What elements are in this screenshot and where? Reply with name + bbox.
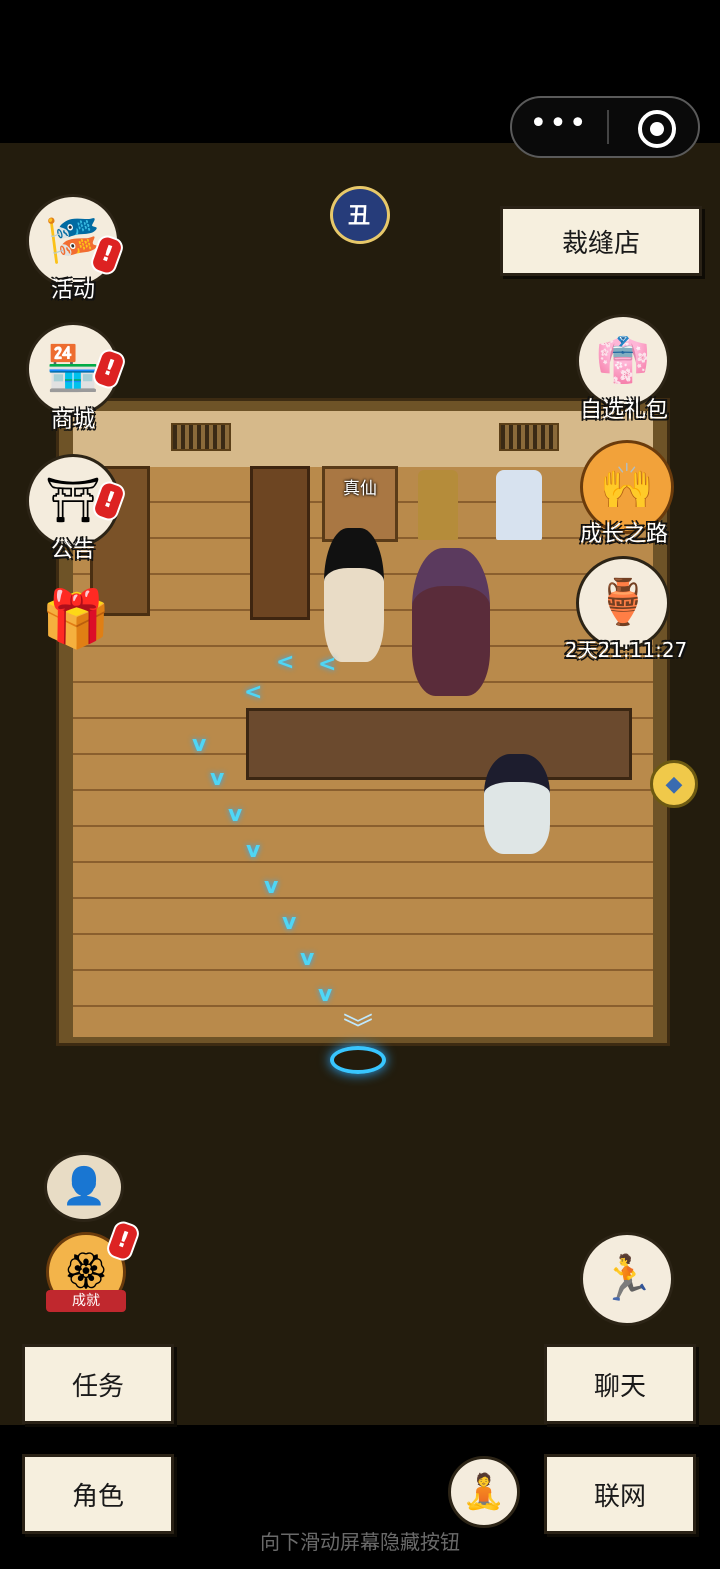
armor-mannequin[interactable] [418, 470, 458, 540]
bronze-censer-icon: 🏺 [595, 577, 651, 628]
path-arrow: v [228, 802, 243, 827]
diamond-pin-icon[interactable]: ◆ [650, 760, 698, 808]
path-arrow: v [210, 766, 225, 791]
notice-board-icon: ⛩ [45, 475, 101, 526]
running-man-icon: 🏃 [599, 1253, 655, 1304]
achievement-label: 成就 [46, 1290, 126, 1312]
path-arrow: v [264, 874, 279, 899]
master-button[interactable]: 👤 [44, 1152, 124, 1222]
dress-gift-icon: 👘 [595, 335, 651, 386]
wall-vent [171, 423, 231, 451]
drawer-label: 真仙 [343, 479, 377, 499]
growth-label: 成长之路 [579, 522, 668, 547]
path-arrow: < [244, 680, 263, 705]
player-character[interactable] [484, 754, 550, 854]
path-arrow: v [300, 946, 315, 971]
mini-program-capsule: ••• [510, 96, 700, 158]
tasks-button[interactable]: 任务 [22, 1344, 174, 1424]
path-arrow: v [318, 982, 333, 1007]
shop-label: 商城 [50, 408, 95, 433]
robe-mannequin[interactable] [496, 470, 542, 540]
path-arrow: < [318, 652, 337, 677]
time-badge-label: 丑 [347, 204, 370, 229]
npc-lady[interactable] [324, 528, 384, 662]
store-icon: 🏪 [45, 343, 101, 394]
exit-portal[interactable] [330, 1046, 386, 1074]
growth-emblem-icon: 🙌 [599, 461, 655, 512]
activity-label: 活动 [50, 278, 95, 303]
pick-gift-label: 自选礼包 [579, 398, 668, 423]
npc-tailor-elder[interactable] [412, 548, 490, 696]
run-toggle-button[interactable]: 🏃 [580, 1232, 674, 1326]
chat-button[interactable]: 聊天 [544, 1344, 696, 1424]
exit-chevron-icon: ︾ [343, 1012, 373, 1047]
gift-box-icon[interactable]: 🎁 [36, 586, 116, 662]
hide-buttons-hint: 向下滑动屏幕隐藏按钮 [260, 1530, 460, 1554]
location-sign: 裁缝店 [500, 206, 702, 276]
capsule-divider [607, 110, 609, 144]
network-button[interactable]: 联网 [544, 1454, 696, 1534]
path-arrow: v [246, 838, 261, 863]
more-menu-button[interactable]: ••• [512, 98, 606, 156]
meditation-icon: 🧘 [462, 1472, 506, 1512]
meditate-button[interactable]: 🧘 [448, 1456, 520, 1528]
target-icon[interactable] [638, 110, 676, 148]
hat-silhouette-icon: 👤 [61, 1166, 107, 1207]
path-arrow: v [282, 910, 297, 935]
wall-vent [499, 423, 559, 451]
path-arrow: v [192, 732, 207, 757]
fabric-table [250, 466, 310, 620]
flower-medal-icon: 🏵 [63, 1251, 109, 1292]
shop-counter [246, 708, 632, 780]
character-button[interactable]: 角色 [22, 1454, 174, 1534]
timer-countdown: 2天21:11:27 [564, 638, 688, 662]
path-arrow: < [276, 650, 295, 675]
notice-label: 公告 [50, 538, 95, 563]
